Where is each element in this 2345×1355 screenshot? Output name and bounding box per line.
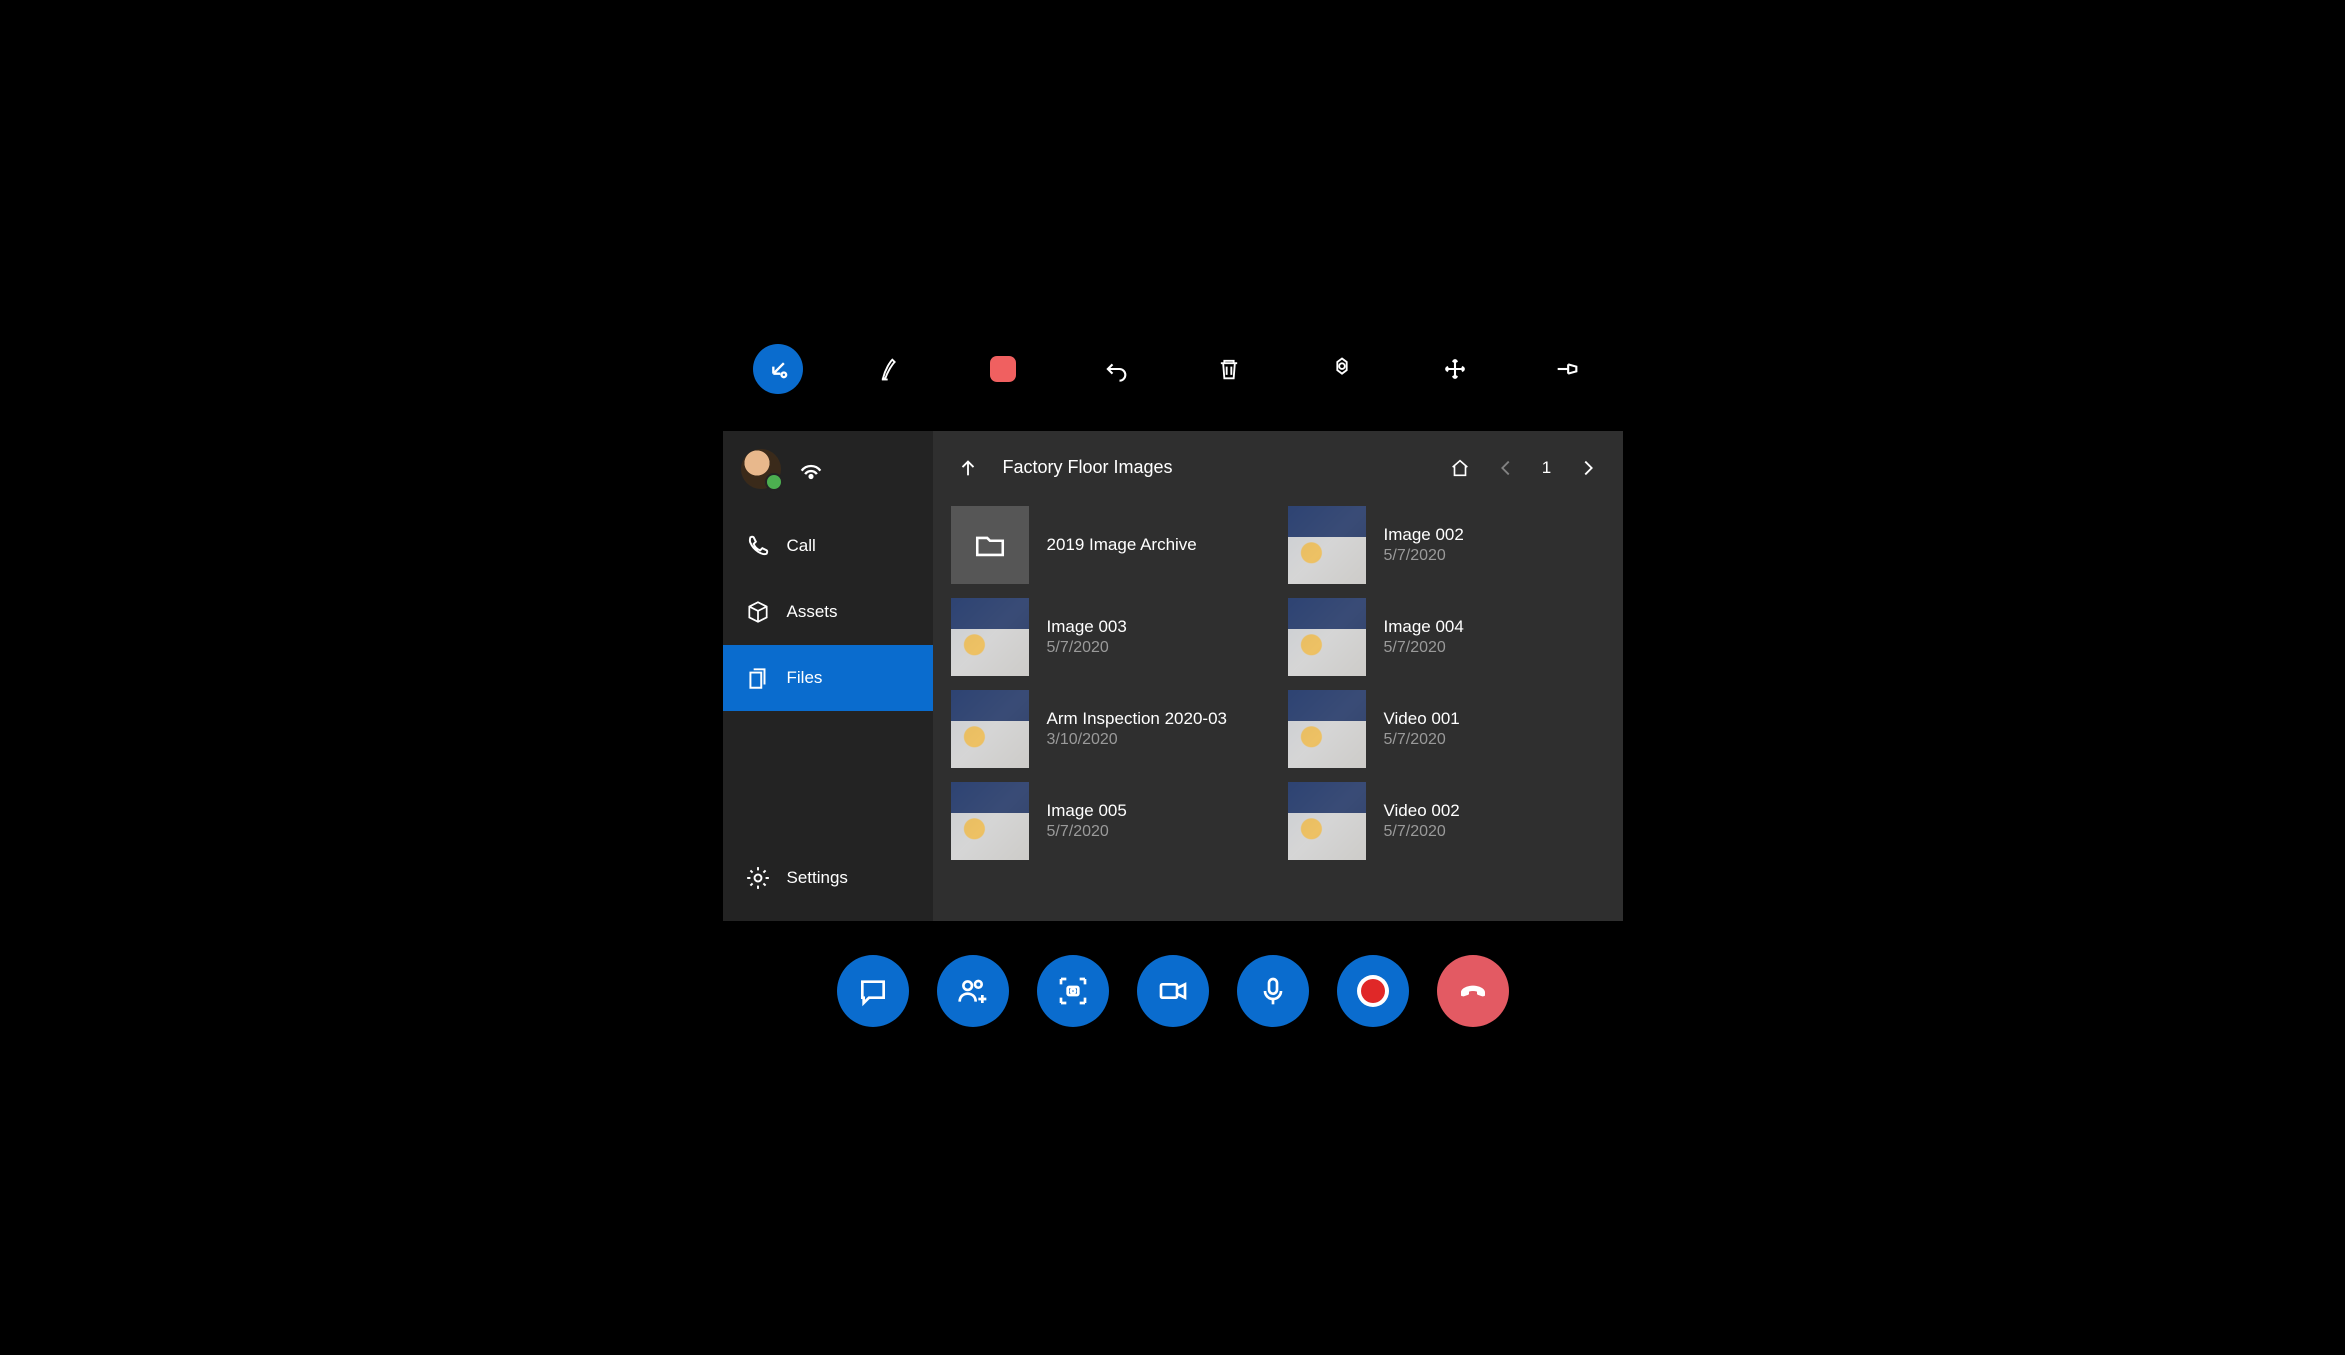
file-browser: Factory Floor Images 1 — [933, 431, 1623, 921]
annotation-toolbar — [753, 329, 1593, 409]
video-thumbnail — [1288, 690, 1366, 768]
delete-button[interactable] — [1204, 344, 1254, 394]
app-container: Call Assets Files Settings Factor — [433, 329, 1913, 1027]
ink-color-swatch — [990, 356, 1016, 382]
file-name: Image 003 — [1047, 617, 1127, 637]
file-date: 5/7/2020 — [1384, 639, 1464, 657]
file-name: Image 005 — [1047, 801, 1127, 821]
file-date: 3/10/2020 — [1047, 731, 1228, 749]
file-item[interactable]: Image 002 5/7/2020 — [1288, 505, 1605, 585]
file-item-folder[interactable]: 2019 Image Archive — [951, 505, 1268, 585]
prev-page-button[interactable] — [1489, 451, 1523, 485]
file-item[interactable]: Video 001 5/7/2020 — [1288, 689, 1605, 769]
sidebar-item-label: Settings — [787, 868, 848, 888]
file-name: Video 002 — [1384, 801, 1460, 821]
pin-tool-button[interactable] — [1542, 344, 1592, 394]
sidebar-item-assets[interactable]: Assets — [723, 579, 933, 645]
image-thumbnail — [951, 782, 1029, 860]
sidebar-item-call[interactable]: Call — [723, 513, 933, 579]
call-controls — [837, 955, 1509, 1027]
file-item[interactable]: Image 003 5/7/2020 — [951, 597, 1268, 677]
file-date: 5/7/2020 — [1384, 547, 1464, 565]
next-page-button[interactable] — [1571, 451, 1605, 485]
image-thumbnail — [951, 598, 1029, 676]
chat-button[interactable] — [837, 955, 909, 1027]
file-item[interactable]: Image 004 5/7/2020 — [1288, 597, 1605, 677]
sidebar-item-settings[interactable]: Settings — [723, 845, 933, 911]
camera-capture-icon — [1057, 975, 1089, 1007]
file-meta: Image 005 5/7/2020 — [1047, 801, 1127, 841]
mic-button[interactable] — [1237, 955, 1309, 1027]
file-item[interactable]: Image 005 5/7/2020 — [951, 781, 1268, 861]
file-name: Image 002 — [1384, 525, 1464, 545]
file-date: 5/7/2020 — [1384, 823, 1460, 841]
file-meta: Image 004 5/7/2020 — [1384, 617, 1464, 657]
file-item[interactable]: Arm Inspection 2020-03 3/10/2020 — [951, 689, 1268, 769]
file-meta: Image 002 5/7/2020 — [1384, 525, 1464, 565]
file-name: Image 004 — [1384, 617, 1464, 637]
folder-icon — [973, 528, 1007, 562]
avatar[interactable] — [741, 449, 781, 489]
image-thumbnail — [951, 690, 1029, 768]
phone-icon — [745, 533, 771, 559]
file-name: Video 001 — [1384, 709, 1460, 729]
sidebar: Call Assets Files Settings — [723, 431, 933, 921]
file-date: 5/7/2020 — [1047, 823, 1127, 841]
file-date: 5/7/2020 — [1384, 731, 1460, 749]
image-thumbnail — [1288, 506, 1366, 584]
sidebar-item-label: Call — [787, 536, 816, 556]
undo-button[interactable] — [1091, 344, 1141, 394]
file-item[interactable]: Video 002 5/7/2020 — [1288, 781, 1605, 861]
mic-icon — [1257, 975, 1289, 1007]
record-icon — [1361, 979, 1385, 1003]
files-panel: Call Assets Files Settings Factor — [723, 431, 1623, 921]
move-tool-button[interactable] — [1430, 344, 1480, 394]
video-icon — [1157, 975, 1189, 1007]
add-participants-button[interactable] — [937, 955, 1009, 1027]
up-button[interactable] — [951, 451, 985, 485]
file-date: 5/7/2020 — [1047, 639, 1127, 657]
image-thumbnail — [1288, 598, 1366, 676]
arrow-tool-button[interactable] — [753, 344, 803, 394]
file-meta: Video 001 5/7/2020 — [1384, 709, 1460, 749]
file-meta: Arm Inspection 2020-03 3/10/2020 — [1047, 709, 1228, 749]
record-button[interactable] — [1337, 955, 1409, 1027]
file-grid: 2019 Image Archive Image 002 5/7/2020 Im… — [951, 505, 1605, 921]
home-button[interactable] — [1443, 451, 1477, 485]
signal-icon — [797, 452, 825, 485]
video-button[interactable] — [1137, 955, 1209, 1027]
ink-color-button[interactable] — [978, 344, 1028, 394]
file-name: Arm Inspection 2020-03 — [1047, 709, 1228, 729]
sidebar-item-label: Assets — [787, 602, 838, 622]
focus-tool-button[interactable] — [1317, 344, 1367, 394]
people-add-icon — [957, 975, 989, 1007]
video-thumbnail — [1288, 782, 1366, 860]
breadcrumb-title: Factory Floor Images — [997, 457, 1431, 478]
box-icon — [745, 599, 771, 625]
sidebar-item-files[interactable]: Files — [723, 645, 933, 711]
profile-row — [723, 443, 933, 513]
gear-icon — [745, 865, 771, 891]
page-number: 1 — [1535, 458, 1559, 478]
chat-icon — [857, 975, 889, 1007]
snapshot-button[interactable] — [1037, 955, 1109, 1027]
sidebar-item-label: Files — [787, 668, 823, 688]
hangup-button[interactable] — [1437, 955, 1509, 1027]
file-meta: 2019 Image Archive — [1047, 535, 1197, 555]
file-name: 2019 Image Archive — [1047, 535, 1197, 555]
file-meta: Video 002 5/7/2020 — [1384, 801, 1460, 841]
pen-tool-button[interactable] — [865, 344, 915, 394]
files-icon — [745, 665, 771, 691]
file-meta: Image 003 5/7/2020 — [1047, 617, 1127, 657]
file-browser-header: Factory Floor Images 1 — [951, 443, 1605, 493]
hangup-icon — [1457, 975, 1489, 1007]
folder-thumbnail — [951, 506, 1029, 584]
